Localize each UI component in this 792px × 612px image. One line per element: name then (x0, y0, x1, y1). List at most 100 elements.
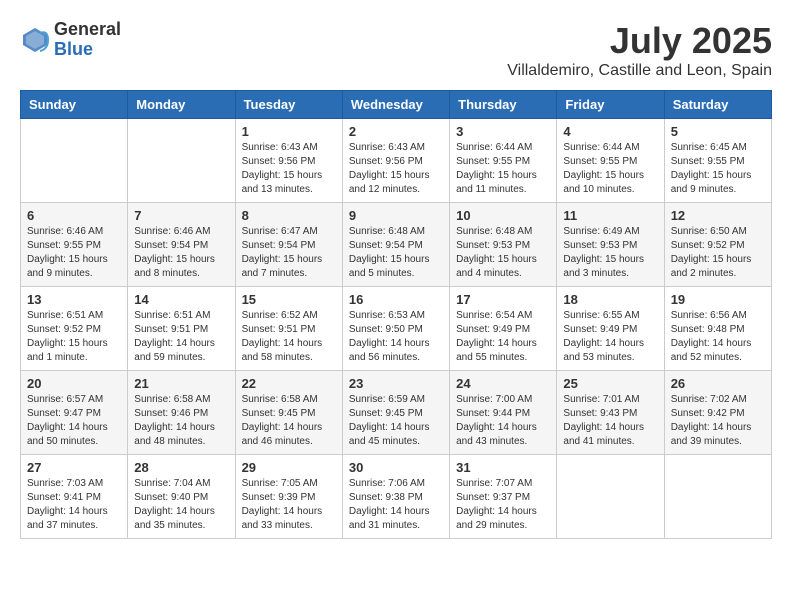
weekday-header-row: SundayMondayTuesdayWednesdayThursdayFrid… (21, 91, 772, 119)
calendar-cell: 19 Sunrise: 6:56 AMSunset: 9:48 PMDayligh… (664, 287, 771, 371)
calendar-cell: 13 Sunrise: 6:51 AMSunset: 9:52 PMDayligh… (21, 287, 128, 371)
calendar-cell: 21Sunrise: 6:58 AMSunset: 9:46 PMDayligh… (128, 371, 235, 455)
calendar-cell (128, 119, 235, 203)
logo-blue-text: Blue (54, 40, 121, 60)
calendar-cell: 23 Sunrise: 6:59 AMSunset: 9:45 PMDayligh… (342, 371, 449, 455)
calendar-cell: 27 Sunrise: 7:03 AMSunset: 9:41 PMDayligh… (21, 455, 128, 539)
day-info: Sunrise: 6:44 AMSunset: 9:55 PMDaylight:… (456, 141, 550, 197)
day-info: Sunrise: 6:58 AMSunset: 9:45 PMDaylight:… (242, 393, 336, 449)
title-section: July 2025 Villaldemiro, Castille and Leo… (507, 20, 772, 80)
day-number: 1 (242, 124, 336, 139)
day-info: Sunrise: 7:03 AMSunset: 9:41 PMDaylight:… (27, 477, 121, 533)
weekday-header: Tuesday (235, 91, 342, 119)
day-number: 30 (349, 460, 443, 475)
calendar-cell: 25 Sunrise: 7:01 AMSunset: 9:43 PMDayligh… (557, 371, 664, 455)
day-number: 27 (27, 460, 121, 475)
day-info: Sunrise: 6:57 AMSunset: 9:47 PMDaylight:… (27, 393, 121, 449)
calendar-cell: 15Sunrise: 6:52 AMSunset: 9:51 PMDayligh… (235, 287, 342, 371)
day-number: 22 (242, 376, 336, 391)
logo-icon (20, 25, 50, 55)
logo-general-text: General (54, 20, 121, 40)
day-number: 26 (671, 376, 765, 391)
day-info: Sunrise: 7:05 AMSunset: 9:39 PMDaylight:… (242, 477, 336, 533)
day-info: Sunrise: 6:45 AMSunset: 9:55 PMDaylight:… (671, 141, 765, 197)
day-info: Sunrise: 7:00 AMSunset: 9:44 PMDaylight:… (456, 393, 550, 449)
day-number: 11 (563, 208, 657, 223)
day-number: 29 (242, 460, 336, 475)
calendar-cell: 10 Sunrise: 6:48 AMSunset: 9:53 PMDayligh… (450, 203, 557, 287)
logo-text: General Blue (54, 20, 121, 60)
calendar-cell (664, 455, 771, 539)
day-number: 4 (563, 124, 657, 139)
day-info: Sunrise: 7:01 AMSunset: 9:43 PMDaylight:… (563, 393, 657, 449)
day-info: Sunrise: 7:06 AMSunset: 9:38 PMDaylight:… (349, 477, 443, 533)
day-number: 31 (456, 460, 550, 475)
calendar-cell: 7Sunrise: 6:46 AMSunset: 9:54 PMDaylight… (128, 203, 235, 287)
day-info: Sunrise: 6:56 AMSunset: 9:48 PMDaylight:… (671, 309, 765, 365)
day-info: Sunrise: 7:07 AMSunset: 9:37 PMDaylight:… (456, 477, 550, 533)
day-number: 10 (456, 208, 550, 223)
calendar-week-row: 1 Sunrise: 6:43 AMSunset: 9:56 PMDaylight… (21, 119, 772, 203)
weekday-header: Saturday (664, 91, 771, 119)
day-info: Sunrise: 6:46 AMSunset: 9:55 PMDaylight:… (27, 225, 121, 281)
day-info: Sunrise: 6:47 AMSunset: 9:54 PMDaylight:… (242, 225, 336, 281)
calendar-cell (21, 119, 128, 203)
calendar-cell: 22 Sunrise: 6:58 AMSunset: 9:45 PMDayligh… (235, 371, 342, 455)
calendar-cell (557, 455, 664, 539)
calendar-week-row: 6Sunrise: 6:46 AMSunset: 9:55 PMDaylight… (21, 203, 772, 287)
day-number: 25 (563, 376, 657, 391)
day-number: 5 (671, 124, 765, 139)
calendar-cell: 12 Sunrise: 6:50 AMSunset: 9:52 PMDayligh… (664, 203, 771, 287)
day-number: 18 (563, 292, 657, 307)
day-info: Sunrise: 6:43 AMSunset: 9:56 PMDaylight:… (242, 141, 336, 197)
page-header: General Blue July 2025 Villaldemiro, Cas… (20, 20, 772, 80)
day-info: Sunrise: 6:51 AMSunset: 9:52 PMDaylight:… (27, 309, 121, 365)
day-info: Sunrise: 6:52 AMSunset: 9:51 PMDaylight:… (242, 309, 336, 365)
day-info: Sunrise: 6:59 AMSunset: 9:45 PMDaylight:… (349, 393, 443, 449)
day-number: 13 (27, 292, 121, 307)
weekday-header: Friday (557, 91, 664, 119)
calendar-cell: 30 Sunrise: 7:06 AMSunset: 9:38 PMDayligh… (342, 455, 449, 539)
calendar-cell: 3 Sunrise: 6:44 AMSunset: 9:55 PMDaylight… (450, 119, 557, 203)
day-info: Sunrise: 7:02 AMSunset: 9:42 PMDaylight:… (671, 393, 765, 449)
calendar-cell: 31 Sunrise: 7:07 AMSunset: 9:37 PMDayligh… (450, 455, 557, 539)
day-number: 23 (349, 376, 443, 391)
calendar-cell: 1 Sunrise: 6:43 AMSunset: 9:56 PMDaylight… (235, 119, 342, 203)
day-number: 9 (349, 208, 443, 223)
day-info: Sunrise: 6:51 AMSunset: 9:51 PMDaylight:… (134, 309, 228, 365)
day-info: Sunrise: 7:04 AMSunset: 9:40 PMDaylight:… (134, 477, 228, 533)
day-info: Sunrise: 6:50 AMSunset: 9:52 PMDaylight:… (671, 225, 765, 281)
day-number: 8 (242, 208, 336, 223)
day-number: 24 (456, 376, 550, 391)
day-info: Sunrise: 6:49 AMSunset: 9:53 PMDaylight:… (563, 225, 657, 281)
calendar-cell: 18 Sunrise: 6:55 AMSunset: 9:49 PMDayligh… (557, 287, 664, 371)
day-number: 19 (671, 292, 765, 307)
day-number: 3 (456, 124, 550, 139)
day-info: Sunrise: 6:54 AMSunset: 9:49 PMDaylight:… (456, 309, 550, 365)
day-info: Sunrise: 6:48 AMSunset: 9:54 PMDaylight:… (349, 225, 443, 281)
calendar-week-row: 13 Sunrise: 6:51 AMSunset: 9:52 PMDayligh… (21, 287, 772, 371)
day-number: 28 (134, 460, 228, 475)
day-info: Sunrise: 6:48 AMSunset: 9:53 PMDaylight:… (456, 225, 550, 281)
weekday-header: Monday (128, 91, 235, 119)
calendar-cell: 9 Sunrise: 6:48 AMSunset: 9:54 PMDaylight… (342, 203, 449, 287)
location-subtitle: Villaldemiro, Castille and Leon, Spain (507, 62, 772, 80)
calendar-cell: 16Sunrise: 6:53 AMSunset: 9:50 PMDayligh… (342, 287, 449, 371)
day-number: 20 (27, 376, 121, 391)
day-info: Sunrise: 6:46 AMSunset: 9:54 PMDaylight:… (134, 225, 228, 281)
day-number: 21 (134, 376, 228, 391)
calendar-cell: 29 Sunrise: 7:05 AMSunset: 9:39 PMDayligh… (235, 455, 342, 539)
calendar-cell: 8 Sunrise: 6:47 AMSunset: 9:54 PMDaylight… (235, 203, 342, 287)
calendar-cell: 17Sunrise: 6:54 AMSunset: 9:49 PMDayligh… (450, 287, 557, 371)
weekday-header: Sunday (21, 91, 128, 119)
day-number: 14 (134, 292, 228, 307)
calendar-cell: 28 Sunrise: 7:04 AMSunset: 9:40 PMDayligh… (128, 455, 235, 539)
day-number: 12 (671, 208, 765, 223)
day-info: Sunrise: 6:55 AMSunset: 9:49 PMDaylight:… (563, 309, 657, 365)
calendar-cell: 24 Sunrise: 7:00 AMSunset: 9:44 PMDayligh… (450, 371, 557, 455)
day-number: 2 (349, 124, 443, 139)
calendar-cell: 14 Sunrise: 6:51 AMSunset: 9:51 PMDayligh… (128, 287, 235, 371)
day-info: Sunrise: 6:44 AMSunset: 9:55 PMDaylight:… (563, 141, 657, 197)
day-number: 16 (349, 292, 443, 307)
month-title: July 2025 (507, 20, 772, 62)
